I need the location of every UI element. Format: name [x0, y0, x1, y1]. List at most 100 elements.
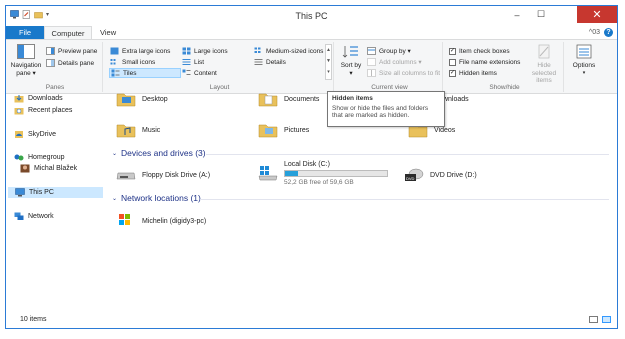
nav-item-network[interactable]: Network — [14, 211, 54, 222]
content-area: Desktop Documents Downloads Music Pictur… — [108, 93, 613, 315]
hide-selected-icon — [535, 44, 553, 60]
group-by-button[interactable]: Group by ▾ — [367, 46, 411, 56]
layout-large-icons[interactable]: Large icons — [182, 46, 228, 56]
network-location-tile[interactable]: Michelin (digidy3-pc) — [116, 213, 206, 229]
tab-file[interactable]: File — [6, 26, 44, 40]
explorer-window: ▾ This PC – ☐ ✕ File Computer View ^03 ?… — [5, 5, 618, 329]
group-by-icon — [367, 47, 376, 55]
recent-places-icon — [14, 106, 24, 115]
group-label-show-hide: Show/hide — [489, 84, 520, 91]
sort-icon — [342, 44, 360, 60]
preview-pane-button[interactable]: Preview pane — [46, 46, 97, 56]
layout-list[interactable]: List — [182, 57, 204, 67]
group-panes: Navigation pane ▾ Preview pane Details p… — [8, 42, 103, 92]
layout-small-icons[interactable]: Small icons — [110, 57, 155, 67]
navigation-pane: Downloads Recent places SkyDrive Homegro… — [6, 95, 105, 315]
folder-tile-music[interactable]: Music — [116, 122, 160, 138]
ribbon-minimize-toggle[interactable]: ^03 — [589, 29, 600, 36]
skydrive-icon — [14, 130, 24, 139]
layout-details[interactable]: Details — [254, 57, 286, 67]
ribbon-right-controls: ^03 ? — [589, 28, 613, 37]
hidden-items-tooltip: Hidden items Show or hide the files and … — [327, 91, 445, 127]
details-icon — [254, 58, 263, 66]
drive-tile-dvd[interactable]: DVD DVD Drive (D:) — [404, 167, 477, 183]
group-show-hide: ✓ Item check boxes File name extensions … — [446, 42, 564, 92]
homegroup-icon — [14, 153, 24, 162]
layout-extra-large-icons[interactable]: Extra large icons — [110, 46, 170, 56]
large-icons-view-button[interactable] — [602, 316, 611, 323]
preview-pane-icon — [46, 47, 55, 55]
small-icons-icon — [110, 58, 119, 66]
navigation-pane-button[interactable]: Navigation pane ▾ — [10, 44, 42, 77]
group-label-layout: Layout — [209, 84, 230, 91]
layout-tiles[interactable]: Tiles — [109, 68, 181, 78]
pictures-folder-icon — [258, 122, 278, 138]
layout-medium-icons[interactable]: Medium-sized icons — [254, 46, 323, 56]
ribbon: Navigation pane ▾ Preview pane Details p… — [6, 39, 617, 94]
section-devices-and-drives[interactable]: ⌄ Devices and drives (3) — [112, 148, 206, 158]
hidden-items-toggle[interactable]: ✓ Hidden items — [449, 68, 497, 78]
close-button[interactable]: ✕ — [577, 6, 617, 23]
network-icon — [14, 212, 24, 221]
options-icon — [575, 44, 593, 60]
details-view-button[interactable] — [589, 316, 598, 323]
tab-computer[interactable]: Computer — [44, 26, 92, 40]
ribbon-tabs: File Computer View ^03 ? — [6, 26, 617, 40]
nav-item-homegroup[interactable]: Homegroup — [14, 152, 65, 163]
section-network-locations[interactable]: ⌄ Network locations (1) — [112, 193, 201, 203]
hidden-items-checkbox[interactable]: ✓ — [449, 69, 456, 77]
details-pane-button[interactable]: Details pane — [46, 58, 94, 68]
nav-item-skydrive[interactable]: SkyDrive — [14, 129, 56, 140]
nav-item-user[interactable]: Michal Blažek — [20, 163, 77, 174]
title-bar: ▾ This PC – ☐ ✕ — [6, 6, 617, 26]
hide-selected-items-button[interactable]: Hide selected items — [526, 44, 562, 85]
windows-media-icon — [116, 213, 136, 229]
nav-item-this-pc[interactable]: This PC — [8, 187, 103, 198]
drive-tile-local-disk[interactable]: Local Disk (C:) 52,2 GB free of 59,6 GB — [258, 161, 388, 186]
extra-large-icons-icon — [110, 47, 119, 55]
add-columns-icon — [367, 58, 376, 66]
group-current-view: Sort by ▾ Group by ▾ Add columns ▾ Size … — [337, 42, 443, 92]
nav-item-downloads[interactable]: Downloads — [14, 93, 63, 104]
svg-text:DVD: DVD — [406, 176, 415, 181]
chevron-down-icon: ⌄ — [112, 150, 118, 157]
tiles-icon — [111, 69, 120, 77]
this-pc-icon — [15, 188, 25, 197]
downloads-icon — [14, 94, 24, 103]
file-name-extensions-toggle[interactable]: File name extensions — [449, 57, 520, 67]
size-columns-icon — [367, 69, 376, 77]
item-check-boxes-toggle[interactable]: ✓ Item check boxes — [449, 46, 510, 56]
music-folder-icon — [116, 122, 136, 138]
medium-icons-icon — [254, 47, 263, 55]
dvd-drive-icon: DVD — [404, 167, 424, 183]
layout-gallery-scroll[interactable]: ▲ ▼ ▾ — [325, 44, 332, 80]
minimize-button[interactable]: – — [505, 6, 529, 23]
sort-by-button[interactable]: Sort by ▾ — [339, 44, 363, 77]
local-disk-info: Local Disk (C:) 52,2 GB free of 59,6 GB — [284, 161, 388, 186]
desktop-folder-icon — [116, 91, 136, 107]
group-label-panes: Panes — [45, 84, 65, 91]
local-disk-icon — [258, 165, 278, 181]
folder-tile-pictures[interactable]: Pictures — [258, 122, 309, 138]
drive-tile-floppy[interactable]: Floppy Disk Drive (A:) — [116, 167, 210, 183]
folder-tile-desktop[interactable]: Desktop — [116, 91, 168, 107]
section-divider-devices — [206, 154, 609, 155]
large-icons-icon — [182, 47, 191, 55]
options-dropdown-icon: ▾ — [582, 69, 586, 76]
group-options: Options ▾ — [567, 42, 601, 92]
floppy-drive-icon — [116, 167, 136, 183]
maximize-button[interactable]: ☐ — [529, 6, 553, 23]
nav-item-recent-places[interactable]: Recent places — [14, 105, 72, 116]
folder-tile-documents[interactable]: Documents — [258, 91, 319, 107]
add-columns-button[interactable]: Add columns ▾ — [367, 57, 422, 67]
help-icon[interactable]: ? — [604, 28, 613, 37]
tab-view[interactable]: View — [92, 26, 124, 40]
navigation-pane-icon — [17, 44, 35, 60]
chevron-down-icon: ⌄ — [112, 195, 118, 202]
size-columns-button[interactable]: Size all columns to fit — [367, 68, 440, 78]
file-name-extensions-checkbox[interactable] — [449, 58, 456, 66]
group-layout: Extra large icons Large icons Medium-siz… — [106, 42, 334, 92]
layout-content[interactable]: Content — [182, 68, 217, 78]
item-check-boxes-checkbox[interactable]: ✓ — [449, 47, 456, 55]
options-button[interactable]: Options ▾ — [569, 44, 599, 77]
